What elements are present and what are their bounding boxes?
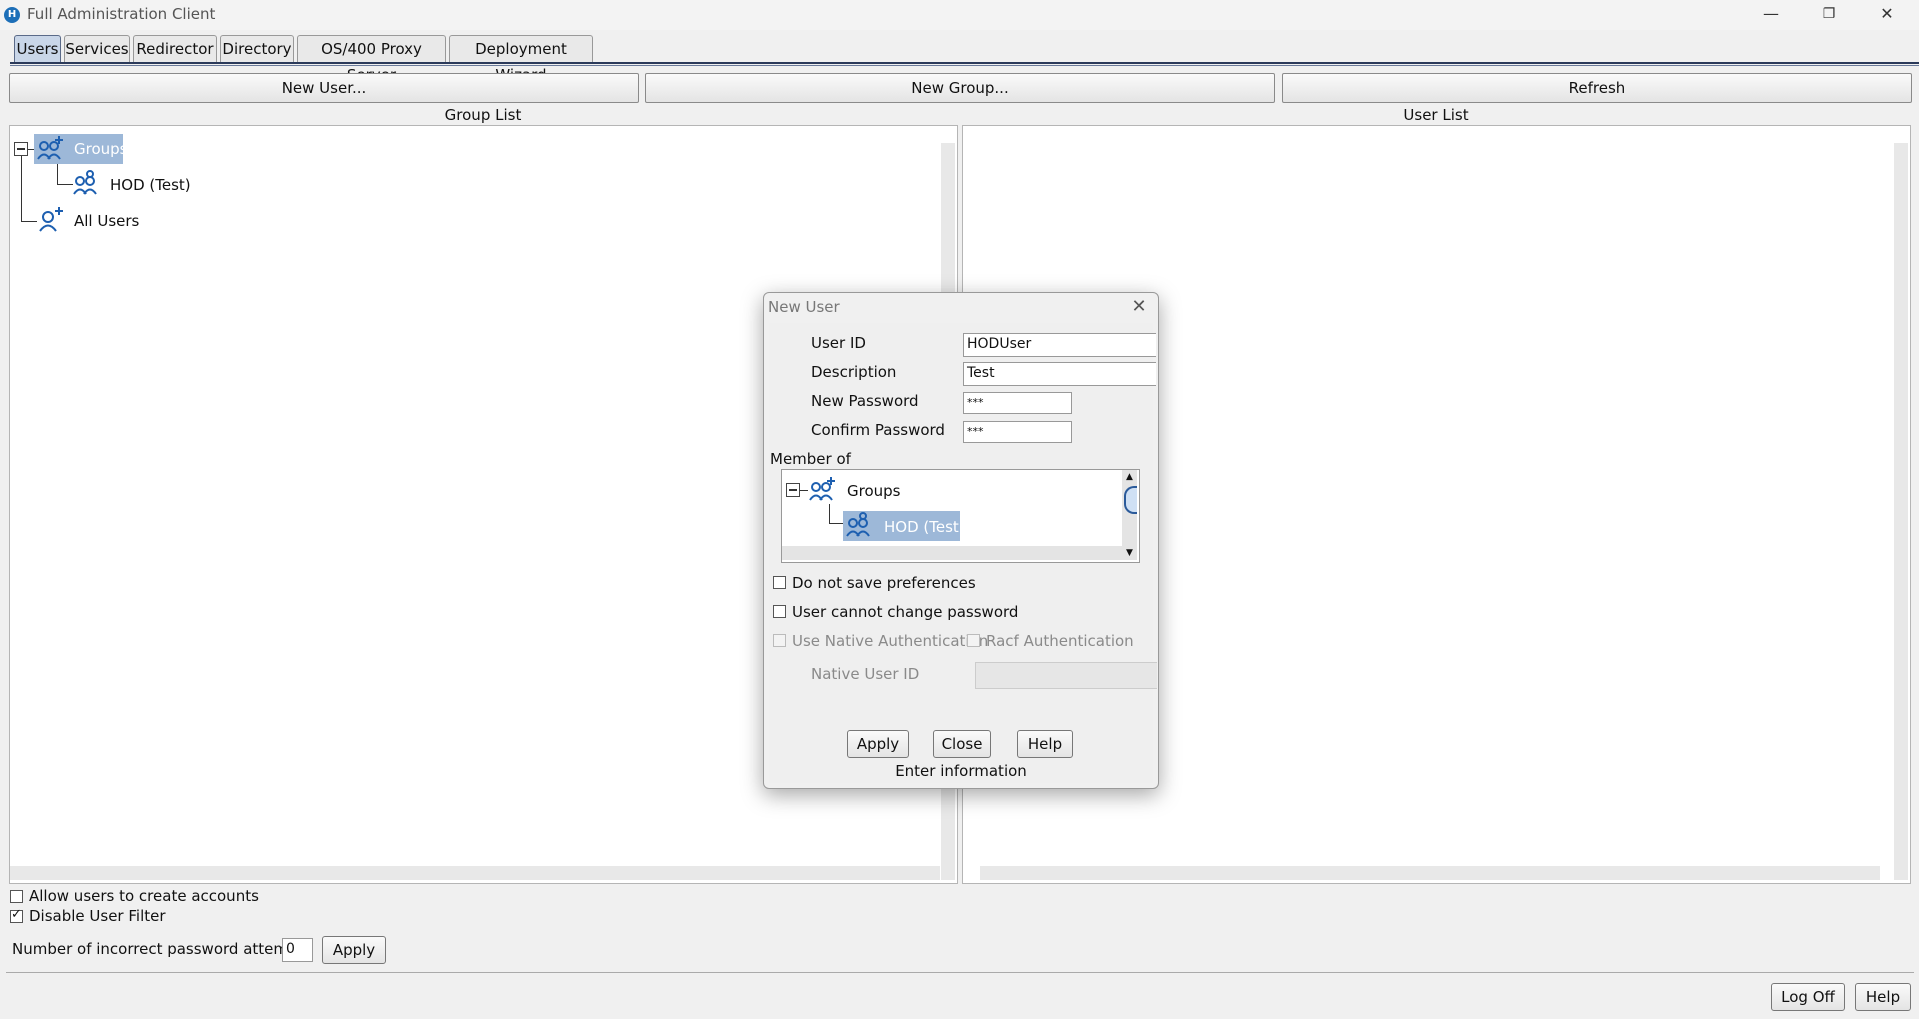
tree-line <box>57 184 73 185</box>
tab-divider-shadow <box>10 65 1919 66</box>
tab-divider <box>10 62 1919 64</box>
tree-label-all-users[interactable]: All Users <box>74 212 139 230</box>
disable-user-filter-checkbox[interactable] <box>10 907 23 923</box>
dialog-help-button[interactable]: Help <box>1017 730 1073 758</box>
dialog-status-text: Enter information <box>895 762 1027 780</box>
app-icon: H <box>4 7 20 23</box>
new-password-input[interactable]: *** <box>963 392 1072 414</box>
scroll-down-icon[interactable]: ▼ <box>1122 546 1137 560</box>
group-icon <box>73 170 97 195</box>
minimize-icon[interactable]: — <box>1742 0 1800 30</box>
log-off-button[interactable]: Log Off <box>1771 983 1845 1011</box>
cannot-change-password-checkbox[interactable] <box>773 605 786 618</box>
password-attempts-input[interactable]: 0 <box>282 938 313 962</box>
tab-users[interactable]: Users <box>14 35 61 62</box>
password-attempts-label: Number of incorrect password attempts <box>12 940 312 958</box>
no-save-preferences-label: Do not save preferences <box>792 574 976 592</box>
group-icon <box>846 512 870 537</box>
group-add-icon <box>809 477 835 501</box>
user-list-vscrollbar[interactable] <box>1894 143 1908 880</box>
no-save-preferences-checkbox[interactable] <box>773 576 786 589</box>
tab-deployment-wizard[interactable]: Deployment Wizard <box>449 35 593 84</box>
title-bar: H Full Administration Client — ❐ ✕ <box>0 0 1919 30</box>
dialog-apply-button[interactable]: Apply <box>847 730 909 758</box>
help-button[interactable]: Help <box>1855 983 1911 1011</box>
native-authentication-label: Use Native Authentication <box>792 632 989 650</box>
tree-label-groups[interactable]: Groups <box>74 140 127 158</box>
member-of-label: Member of <box>770 450 851 468</box>
apply-attempts-button[interactable]: Apply <box>322 936 386 964</box>
group-list-header: Group List <box>444 106 522 124</box>
disable-user-filter-label: Disable User Filter <box>29 907 166 925</box>
native-user-id-label: Native User ID <box>811 665 920 683</box>
refresh-button[interactable]: Refresh <box>1282 73 1912 103</box>
tree-label-hod-test[interactable]: HOD (Test) <box>110 176 191 194</box>
allow-create-accounts-label: Allow users to create accounts <box>29 887 259 905</box>
allow-create-accounts-checkbox[interactable] <box>10 890 23 903</box>
status-divider <box>6 972 1914 973</box>
user-add-icon <box>39 207 63 232</box>
collapse-groups-icon[interactable] <box>14 142 28 156</box>
dialog-close-button[interactable]: Close <box>933 730 991 758</box>
native-authentication-checkbox <box>773 634 786 647</box>
confirm-password-input[interactable]: *** <box>963 421 1072 443</box>
collapse-member-groups-icon[interactable] <box>786 483 800 497</box>
restore-icon[interactable]: ❐ <box>1800 0 1858 30</box>
close-icon[interactable]: ✕ <box>1858 0 1916 30</box>
description-label: Description <box>811 363 897 381</box>
cannot-change-password-label: User cannot change password <box>792 603 1019 621</box>
tree-line <box>21 221 37 222</box>
description-input[interactable]: Test <box>963 362 1156 386</box>
dialog-title: New User <box>768 298 840 316</box>
tab-services[interactable]: Services <box>64 35 130 62</box>
confirm-password-label: Confirm Password <box>811 421 945 439</box>
dialog-close-icon[interactable]: ✕ <box>1124 293 1154 321</box>
tab-os400-proxy-server[interactable]: OS/400 Proxy Server <box>297 35 446 84</box>
new-user-dialog: New User ✕ User ID HODUser Description T… <box>763 292 1159 789</box>
tree-line <box>21 156 22 222</box>
member-tree-hscrollbar[interactable] <box>782 546 1122 560</box>
racf-authentication-label: Racf Authentication <box>986 632 1134 650</box>
user-list-header: User List <box>1403 106 1469 124</box>
tree-line <box>829 504 830 524</box>
new-password-label: New Password <box>811 392 919 410</box>
member-tree-label-groups[interactable]: Groups <box>847 482 900 500</box>
new-user-button[interactable]: New User... <box>9 73 639 103</box>
scroll-thumb[interactable] <box>1124 486 1137 514</box>
new-group-button[interactable]: New Group... <box>645 73 1275 103</box>
tree-line <box>800 490 808 491</box>
racf-authentication-checkbox <box>967 634 980 647</box>
member-tree-label-hod-test[interactable]: HOD (Test) <box>884 518 965 536</box>
user-list-hscrollbar[interactable] <box>980 866 1880 880</box>
native-user-id-input <box>975 662 1157 689</box>
scroll-up-icon[interactable]: ▲ <box>1122 470 1137 484</box>
group-add-icon <box>37 136 63 160</box>
group-list-hscrollbar[interactable] <box>10 866 940 880</box>
user-id-label: User ID <box>811 334 866 352</box>
tab-redirector[interactable]: Redirector <box>133 35 217 62</box>
user-id-input[interactable]: HODUser <box>963 333 1156 357</box>
tree-line <box>57 163 58 185</box>
tab-directory[interactable]: Directory <box>220 35 294 62</box>
window-title: Full Administration Client <box>27 5 216 23</box>
